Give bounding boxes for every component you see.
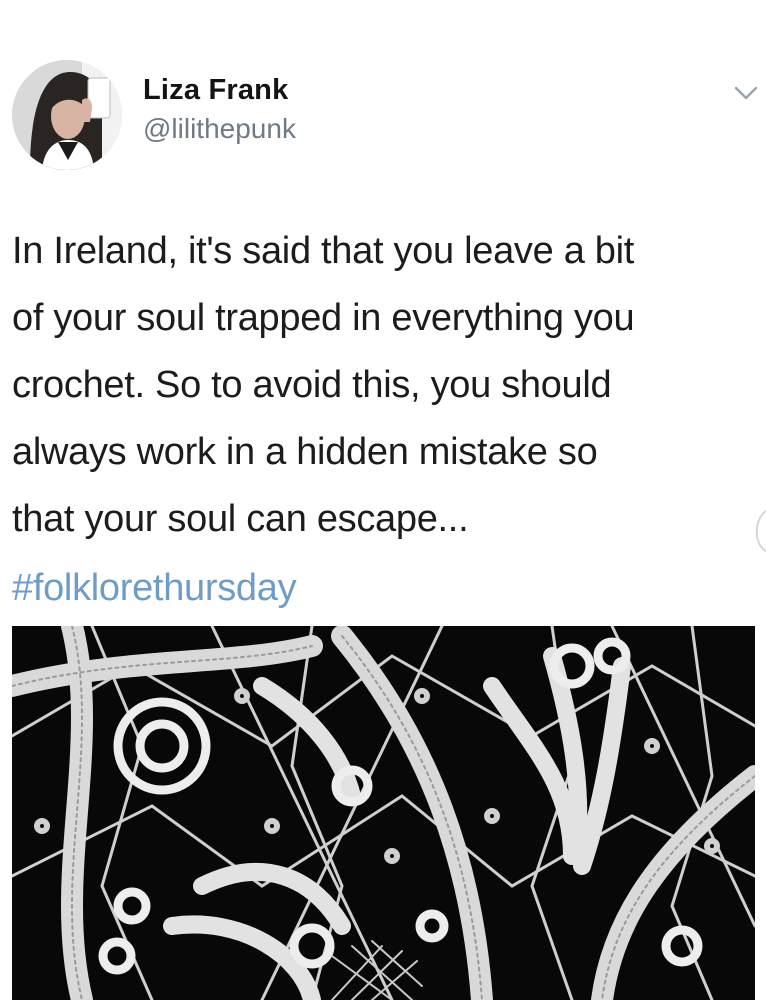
tweet-text-line: In Ireland, it's said that you leave a b…	[12, 230, 635, 272]
scroll-edge-indicator	[748, 508, 766, 554]
chevron-down-icon[interactable]	[734, 84, 758, 102]
tweet-text-line: crochet. So to avoid this, you should	[12, 364, 612, 406]
display-name[interactable]: Liza Frank	[143, 74, 288, 107]
crochet-lace-photo	[12, 626, 755, 1000]
profile-photo-icon	[12, 60, 122, 170]
user-handle[interactable]: @lilithepunk	[143, 113, 296, 145]
tweet-text-line: always work in a hidden mistake so	[12, 431, 598, 473]
avatar[interactable]	[12, 60, 122, 170]
hashtag-link[interactable]: #folklorethursday	[12, 560, 297, 616]
tweet-text-line: of your soul trapped in everything you	[12, 297, 635, 339]
tweet-card: Liza Frank @lilithepunk In Ireland, it's…	[0, 0, 766, 1000]
tweet-text: In Ireland, it's said that you leave a b…	[12, 218, 752, 553]
tweet-text-line: that your soul can escape...	[12, 498, 469, 540]
media-photo[interactable]	[12, 626, 755, 1000]
